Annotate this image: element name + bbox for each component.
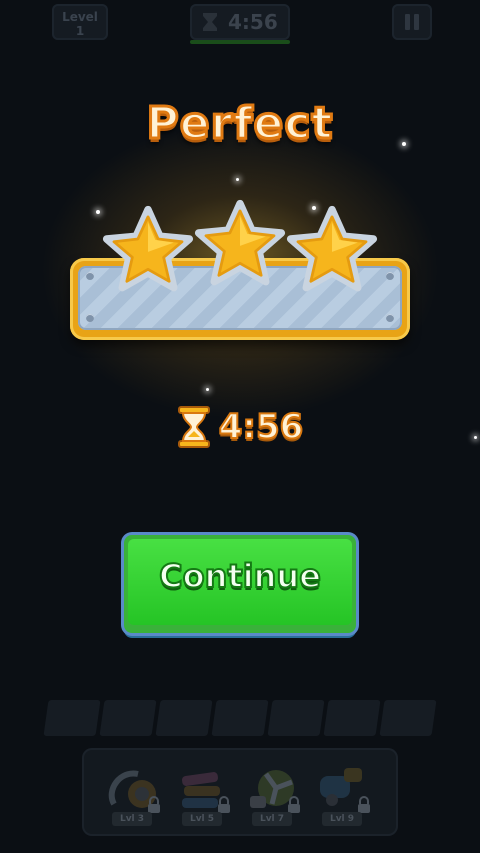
level-indicator: Level 1 <box>52 4 108 40</box>
tool-vacuum[interactable]: Lvl 3 <box>100 760 164 828</box>
continue-button-label: Continue <box>158 556 322 596</box>
hud-timer-text: 4:56 <box>228 10 278 34</box>
board-slot <box>267 700 325 736</box>
sparkle <box>236 178 239 181</box>
board-slot <box>155 700 213 736</box>
sparkle <box>96 210 100 214</box>
tool-magnet[interactable]: Lvl 5 <box>170 760 234 828</box>
tool-level: Lvl 7 <box>252 812 292 826</box>
star-icon <box>286 205 378 292</box>
hourglass-icon <box>203 13 217 31</box>
tool-freeze[interactable]: Lvl 9 <box>310 760 374 828</box>
board-slot <box>211 700 269 736</box>
star-icon <box>102 205 194 292</box>
tool-level: Lvl 9 <box>322 812 362 826</box>
level-number: 1 <box>75 24 85 38</box>
board-slot <box>379 700 437 736</box>
tool-level: Lvl 3 <box>112 812 152 826</box>
timer-progress-bar <box>190 40 290 44</box>
continue-button[interactable]: Continue <box>124 535 356 633</box>
tool-fan[interactable]: Lvl 7 <box>240 760 304 828</box>
result-title: Perfect <box>145 97 334 151</box>
completion-time-text: 4:56 <box>218 406 305 448</box>
board-slot <box>99 700 157 736</box>
star-icon <box>194 199 286 286</box>
tool-level: Lvl 5 <box>182 812 222 826</box>
board-slot <box>323 700 381 736</box>
completion-time: 4:56 <box>0 404 480 450</box>
hud-timer: 4:56 <box>190 4 290 44</box>
board-slot <box>43 700 101 736</box>
pause-button[interactable] <box>392 4 432 40</box>
hourglass-icon <box>177 406 210 448</box>
sparkle <box>206 388 209 391</box>
level-label: Level <box>62 10 98 24</box>
